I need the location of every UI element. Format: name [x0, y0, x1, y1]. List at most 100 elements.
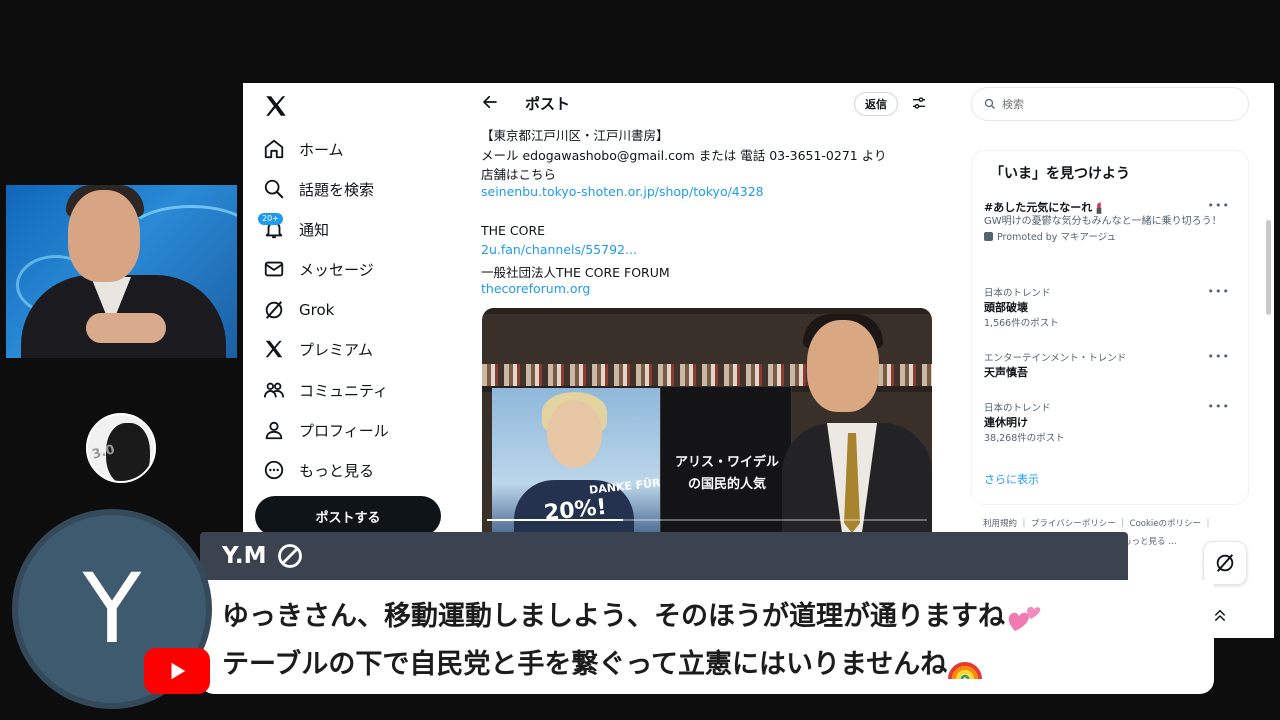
more-options-icon[interactable]: •••: [1208, 285, 1230, 298]
nav-label: ホーム: [299, 140, 344, 159]
nav-label: コミュニティ: [299, 381, 389, 400]
nav-label: もっと見る: [299, 461, 375, 480]
chevron-up-icon: [1214, 609, 1226, 622]
video-progress-bar[interactable]: [487, 519, 927, 521]
trend-item[interactable]: 日本のトレンド 連休明け 38,268件のポスト •••: [984, 400, 1244, 444]
chat-author: Y.M: [222, 542, 304, 570]
trend-name: #あした元気になーれ: [984, 199, 1244, 215]
grok-icon: [265, 301, 283, 319]
poster-figure: [547, 400, 602, 468]
page-title: ポスト: [525, 95, 571, 113]
avatar-letter: Y: [82, 553, 142, 665]
more-circle-icon: [264, 460, 284, 480]
trend-name: 頭部破壊: [984, 301, 1028, 314]
chat-message-line: テーブルの下で自民党と手を繋ぐって立憲にはいりませんね: [222, 642, 983, 681]
trend-category: エンターテインメント・トレンド: [984, 353, 1127, 364]
nav-item-premium[interactable]: プレミアム: [263, 334, 373, 364]
video-title-board: アリス・ワイデル の国民的人気: [660, 386, 792, 548]
x-logo-icon[interactable]: [263, 93, 289, 119]
rainbow-emoji-icon: [948, 661, 983, 679]
trend-description: GW明けの憂鬱な気分もみんなと一緒に乗り切ろう！: [984, 216, 1222, 227]
nav-item-profile[interactable]: プロフィール: [263, 415, 389, 445]
video-poster-image: [492, 388, 662, 548]
home-icon: [264, 139, 284, 159]
grok-icon: [1216, 554, 1234, 572]
post-text-line: 【東京都江戸川区・江戸川書房】: [481, 128, 669, 143]
trend-item[interactable]: #あした元気になーれ GW明けの憂鬱な気分もみんなと一緒に乗り切ろう！ Prom…: [984, 199, 1244, 243]
search-box[interactable]: [971, 87, 1249, 121]
grok-floating-button[interactable]: [1203, 541, 1247, 585]
play-icon: [171, 662, 186, 680]
post-link[interactable]: 2u.fan/channels/55792...: [481, 242, 637, 257]
nav-item-messages[interactable]: メッセージ: [263, 254, 374, 284]
post-link[interactable]: thecoreforum.org: [481, 281, 590, 296]
video-progress-fill: [487, 519, 624, 521]
notification-badge: 20+: [258, 213, 283, 225]
mail-icon: [264, 261, 284, 277]
profile-icon: [265, 421, 283, 440]
trends-panel: 「いま」を見つけよう #あした元気になーれ GW明けの憂鬱な気分もみんなと一緒に…: [971, 150, 1249, 505]
nav-item-explore[interactable]: 話題を検索: [263, 174, 374, 204]
chat-author-name: Y.M: [222, 543, 267, 569]
chat-author-bar: Y.M: [200, 532, 1128, 580]
moderator-badge-icon: [278, 544, 303, 568]
page-scrollbar[interactable]: [1266, 220, 1271, 315]
board-text: の国民的人気: [687, 477, 766, 492]
footer-more-link[interactable]: もっと見る …: [1123, 535, 1177, 547]
reply-settings-icon[interactable]: [911, 95, 927, 111]
post-text-line: 店舗はこちら: [481, 167, 557, 182]
promoted-icon: [984, 231, 993, 241]
nav-item-home[interactable]: ホーム: [263, 134, 344, 164]
trends-title: 「いま」を見つけよう: [990, 166, 1130, 182]
trend-item[interactable]: エンターテインメント・トレンド 天声慎吾 •••: [984, 350, 1244, 380]
nav-item-communities[interactable]: コミュニティ: [263, 375, 388, 405]
nav-item-grok[interactable]: Grok: [263, 295, 334, 325]
host-figure: [86, 313, 166, 343]
back-arrow-icon[interactable]: [481, 93, 499, 111]
speaker-figure: [807, 320, 879, 412]
post-button[interactable]: ポストする: [255, 496, 441, 536]
chat-message-line: ゆっきさん、移動運動しましよう、そのほうが道理が通りますね: [222, 594, 1043, 635]
trend-item[interactable]: 日本のトレンド 頭部破壊 1,566件のポスト •••: [984, 285, 1244, 329]
trend-promoted: Promoted by マキアージュ: [984, 229, 1244, 243]
chat-message-box: ゆっきさん、移動運動しましよう、そのほうが道理が通りますね テーブルの下で自民党…: [200, 580, 1214, 694]
bookshelf: [482, 308, 932, 314]
trend-name: 天声慎吾: [984, 366, 1028, 379]
nav-label: プロフィール: [299, 421, 389, 440]
nav-item-notifications[interactable]: 20+ 通知: [258, 213, 330, 244]
nav-label: Grok: [299, 301, 335, 319]
nav-label: メッセージ: [299, 260, 374, 279]
search-icon: [984, 98, 995, 109]
bell-icon-wrap: 20+: [258, 213, 285, 240]
channel-logo: 3.0: [86, 413, 156, 483]
host-figure: [68, 190, 140, 282]
reply-button[interactable]: 返信: [854, 92, 898, 116]
footer-links[interactable]: 利用規約 ｜ プライバシーポリシー ｜ Cookieのポリシー ｜: [983, 517, 1212, 529]
trend-name: 連休明け: [984, 416, 1028, 429]
more-options-icon[interactable]: •••: [1208, 400, 1230, 413]
nav-label: 通知: [299, 220, 330, 239]
more-options-icon[interactable]: •••: [1208, 199, 1230, 212]
x-premium-icon: [265, 340, 283, 358]
two-hearts-emoji-icon: [1008, 606, 1041, 631]
board-text: アリス・ワイデル: [674, 455, 779, 470]
trend-post-count: 1,566件のポスト: [984, 318, 1059, 329]
youtube-icon: [144, 648, 210, 694]
video-player[interactable]: DANKE FÜR 20%! アリス・ワイデル の国民的人気: [482, 308, 932, 548]
show-more-link[interactable]: さらに表示: [984, 471, 1039, 487]
post-text-line: メール edogawashobo@gmail.com または 電話 03-365…: [481, 148, 887, 163]
more-options-icon[interactable]: •••: [1208, 350, 1230, 363]
post-link[interactable]: seinenbu.tokyo-shoten.or.jp/shop/tokyo/4…: [481, 184, 764, 199]
trend-category: 日本のトレンド: [984, 403, 1051, 414]
search-input[interactable]: [1002, 97, 1232, 111]
nav-label: 話題を検索: [299, 180, 375, 199]
community-icon: [263, 382, 285, 398]
trend-category: 日本のトレンド: [984, 288, 1051, 299]
host-webcam: [6, 185, 237, 358]
nav-item-more[interactable]: もっと見る: [263, 455, 374, 485]
post-text-line: THE CORE: [481, 223, 546, 238]
search-icon: [264, 179, 284, 199]
trend-post-count: 38,268件のポスト: [984, 433, 1065, 444]
lipstick-emoji-icon: [1096, 202, 1102, 214]
post-text-line: 一般社団法人THE CORE FORUM: [481, 265, 670, 280]
